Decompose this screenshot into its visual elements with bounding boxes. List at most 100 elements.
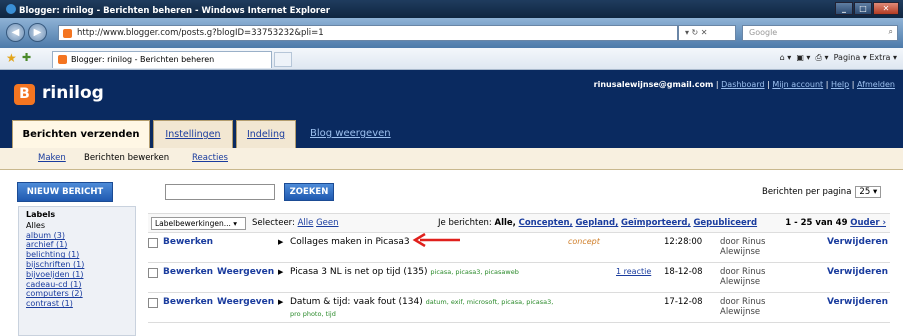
sub-tabs: Maken Berichten bewerken Reacties: [0, 148, 903, 170]
post-checkbox[interactable]: [148, 268, 158, 278]
new-post-button[interactable]: NIEUW BERICHT: [17, 182, 113, 202]
expand-icon[interactable]: ▶: [278, 298, 283, 306]
pagination-range: 1 - 25 van 49: [785, 218, 848, 228]
label-item[interactable]: bijvoeljden (1): [26, 270, 128, 280]
user-email: rinusalewijnse@gmail.com: [593, 80, 714, 89]
view-blog-link[interactable]: Blog weergeven: [310, 128, 391, 139]
labels-panel: Labels Alles album (3) archief (1) belic…: [18, 206, 136, 336]
author-line1: door Rinus: [720, 297, 766, 307]
favorites-star-icon[interactable]: ★: [6, 51, 17, 65]
post-author: door Rinus Alewijnse: [720, 267, 765, 287]
tab-settings[interactable]: Instellingen: [153, 120, 233, 148]
blog-name: rinilog: [42, 83, 104, 103]
forward-icon[interactable]: ▶: [28, 23, 47, 42]
command-bar[interactable]: ⌂ ▾ ▣ ▾ ⎙ ▾ Pagina ▾ Extra ▾: [780, 53, 897, 63]
label-all[interactable]: Alles: [26, 221, 128, 231]
close-button[interactable]: ✕: [873, 2, 899, 15]
blogger-logo-icon: B: [14, 84, 35, 105]
add-favorite-icon[interactable]: ✚: [22, 51, 31, 64]
edit-link[interactable]: Bewerken: [163, 267, 213, 277]
select-none-link[interactable]: Geen: [316, 218, 338, 228]
post-row: Bewerken Weergeven ▶ Picasa 3 NL is net …: [148, 263, 890, 293]
per-page-label: Berichten per pagina: [762, 187, 852, 197]
label-item[interactable]: bijschriften (1): [26, 260, 128, 270]
dashboard-link[interactable]: Dashboard: [721, 80, 764, 89]
label-item[interactable]: album (3): [26, 231, 128, 241]
post-date: 18-12-08: [664, 267, 703, 277]
maximize-button[interactable]: □: [854, 2, 872, 15]
help-link[interactable]: Help: [831, 80, 849, 89]
search-placeholder: Google: [749, 28, 778, 37]
post-checkbox[interactable]: [148, 238, 158, 248]
expand-icon[interactable]: ▶: [278, 238, 283, 246]
edit-link[interactable]: Bewerken: [163, 237, 213, 247]
back-icon[interactable]: ◀: [6, 23, 25, 42]
subtab-comments[interactable]: Reacties: [192, 153, 228, 163]
expand-icon[interactable]: ▶: [278, 268, 283, 276]
posts-action-bar: Labelbewerkingen... ▾ Selecteer: Alle Ge…: [148, 213, 890, 233]
browser-tab[interactable]: Blogger: rinilog - Berichten beheren: [52, 51, 272, 68]
label-item[interactable]: archief (1): [26, 240, 128, 250]
minimize-button[interactable]: _: [835, 2, 853, 15]
post-status: concept: [568, 237, 600, 246]
comments-link[interactable]: 1 reactie: [616, 267, 651, 276]
older-link[interactable]: Ouder ›: [850, 218, 886, 228]
filter-imported[interactable]: Geïmporteerd,: [621, 218, 691, 228]
search-icon[interactable]: ⌕: [889, 27, 893, 37]
delete-link[interactable]: Verwijderen: [827, 297, 888, 307]
per-page-value: 25: [859, 187, 871, 197]
edit-link[interactable]: Bewerken: [163, 297, 213, 307]
author-line2: Alewijnse: [720, 247, 761, 257]
per-page-select[interactable]: 25 ▾: [855, 186, 882, 198]
post-row: Bewerken ▶ Collages maken in Picasa3 con…: [148, 233, 890, 263]
filter-published[interactable]: Gepubliceerd: [693, 218, 757, 228]
select-controls: Selecteer: Alle Geen: [252, 218, 339, 228]
author-line2: Alewijnse: [720, 277, 761, 287]
post-tags: picasa, picasa3, picasaweb: [430, 268, 519, 276]
address-input[interactable]: http://www.blogger.com/posts.g?blogID=33…: [58, 25, 678, 41]
filter-drafts[interactable]: Concepten,: [519, 218, 573, 228]
post-tags-continued: pro photo, tijd: [290, 310, 336, 318]
view-link[interactable]: Weergeven: [217, 297, 274, 307]
post-checkbox[interactable]: [148, 298, 158, 308]
label-actions-text: Labelbewerkingen...: [155, 219, 231, 228]
label-actions-select[interactable]: Labelbewerkingen... ▾: [151, 217, 246, 230]
search-button[interactable]: ZOEKEN: [284, 183, 334, 201]
url-text: http://www.blogger.com/posts.g?blogID=33…: [77, 28, 324, 38]
new-tab-button[interactable]: [274, 52, 292, 67]
select-label: Selecteer:: [252, 218, 295, 228]
filter-scheduled[interactable]: Gepland,: [575, 218, 618, 228]
subtab-edit-posts[interactable]: Berichten bewerken: [84, 153, 169, 163]
view-link[interactable]: Weergeven: [217, 267, 274, 277]
filter-all[interactable]: Alle,: [495, 218, 516, 228]
delete-link[interactable]: Verwijderen: [827, 237, 888, 247]
tab-posting[interactable]: Berichten verzenden: [12, 120, 150, 148]
window-controls: _ □ ✕: [835, 2, 899, 15]
address-bar-area: ◀ ▶ http://www.blogger.com/posts.g?blogI…: [0, 18, 903, 48]
filter-label: Je berichten:: [438, 218, 492, 228]
tab-posting-label: Berichten verzenden: [22, 129, 140, 140]
tab-layout[interactable]: Indeling: [236, 120, 296, 148]
post-search-input[interactable]: [165, 184, 275, 200]
refresh-stop-buttons[interactable]: ▾ ↻ ✕: [678, 25, 736, 41]
account-links: rinusalewijnse@gmail.com | Dashboard | M…: [593, 80, 895, 89]
label-item[interactable]: belichting (1): [26, 250, 128, 260]
label-item[interactable]: cadeau-cd (1): [26, 280, 128, 290]
tab-settings-label: Instellingen: [165, 129, 221, 140]
select-all-link[interactable]: Alle: [298, 218, 314, 228]
delete-link[interactable]: Verwijderen: [827, 267, 888, 277]
post-title: Datum & tijd: vaak fout (134): [290, 297, 423, 307]
ie-icon: [6, 4, 16, 14]
tab-favicon: [58, 55, 67, 64]
blogger-favicon: [63, 29, 72, 38]
labels-title: Labels: [26, 210, 56, 219]
label-item[interactable]: contrast (1): [26, 299, 128, 309]
post-title-group: Datum & tijd: vaak fout (134) datum, exi…: [290, 297, 553, 307]
tab-layout-label: Indeling: [246, 129, 286, 140]
logout-link[interactable]: Afmelden: [857, 80, 895, 89]
browser-search-input[interactable]: Google ⌕: [742, 25, 898, 41]
my-account-link[interactable]: Mijn account: [772, 80, 823, 89]
label-item[interactable]: computers (2): [26, 289, 128, 299]
subtab-create[interactable]: Maken: [38, 153, 66, 163]
per-page-control: Berichten per pagina 25 ▾: [762, 186, 882, 198]
